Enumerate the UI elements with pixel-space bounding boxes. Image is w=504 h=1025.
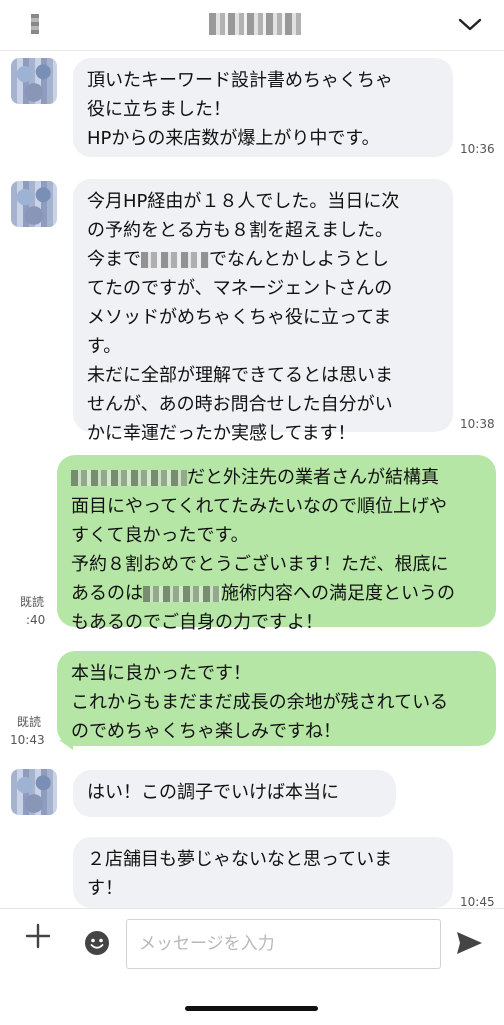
message-time: 10:43 [10,733,45,747]
message-bubble-incoming[interactable]: ２店舗目も夢じゃないなと思っていま す！ [73,837,453,908]
message-time: 10:38 [460,417,495,431]
emoji-icon[interactable] [83,929,111,957]
avatar[interactable] [11,769,57,815]
message-time: 10:36 [460,142,495,156]
chat-header [0,0,504,51]
send-icon[interactable] [454,928,484,958]
message-text: でなんとかしようとし てたのですが、マネージェントさんの メソッドがめちゃくちゃ… [87,249,393,444]
message-bubble-incoming[interactable]: 頂いたキーワード設計書めちゃくちゃ 役に立ちました！ HPからの来店数が爆上がり… [73,58,453,157]
redacted-text [141,252,209,268]
read-receipt: 既読 [20,595,45,609]
message-bubble-incoming[interactable]: 今月HP経由が１８人でした。当日に次 の予約をとる方も８割を超えました。 今まで… [73,179,453,444]
chat-title-redacted [209,13,301,35]
chevron-down-icon[interactable] [456,11,484,39]
message-time: :40 [26,613,46,627]
message-list[interactable]: 頂いたキーワード設計書めちゃくちゃ 役に立ちました！ HPからの来店数が爆上がり… [0,50,504,908]
plus-icon[interactable] [23,921,53,951]
message-input[interactable] [126,919,441,969]
read-receipt: 既読 [17,715,42,729]
back-button-redacted[interactable] [31,14,39,34]
message-bubble-outgoing[interactable]: 本当に良かったです！ これからもまだまだ成長の余地が残されている のでめちゃくち… [57,651,496,746]
redacted-text [143,586,221,602]
avatar[interactable] [11,181,57,227]
message-bubble-incoming[interactable]: はい！この調子でいけば本当に [73,770,396,817]
message-bubble-outgoing[interactable]: だと外注先の業者さんが結構真 面目にやってくれてたみたいなので順位上げや すくて… [57,455,496,633]
avatar[interactable] [11,58,57,104]
redacted-text [71,470,187,486]
message-time: 10:45 [460,895,495,908]
bubble-tail [59,740,73,750]
home-indicator [185,1006,318,1011]
